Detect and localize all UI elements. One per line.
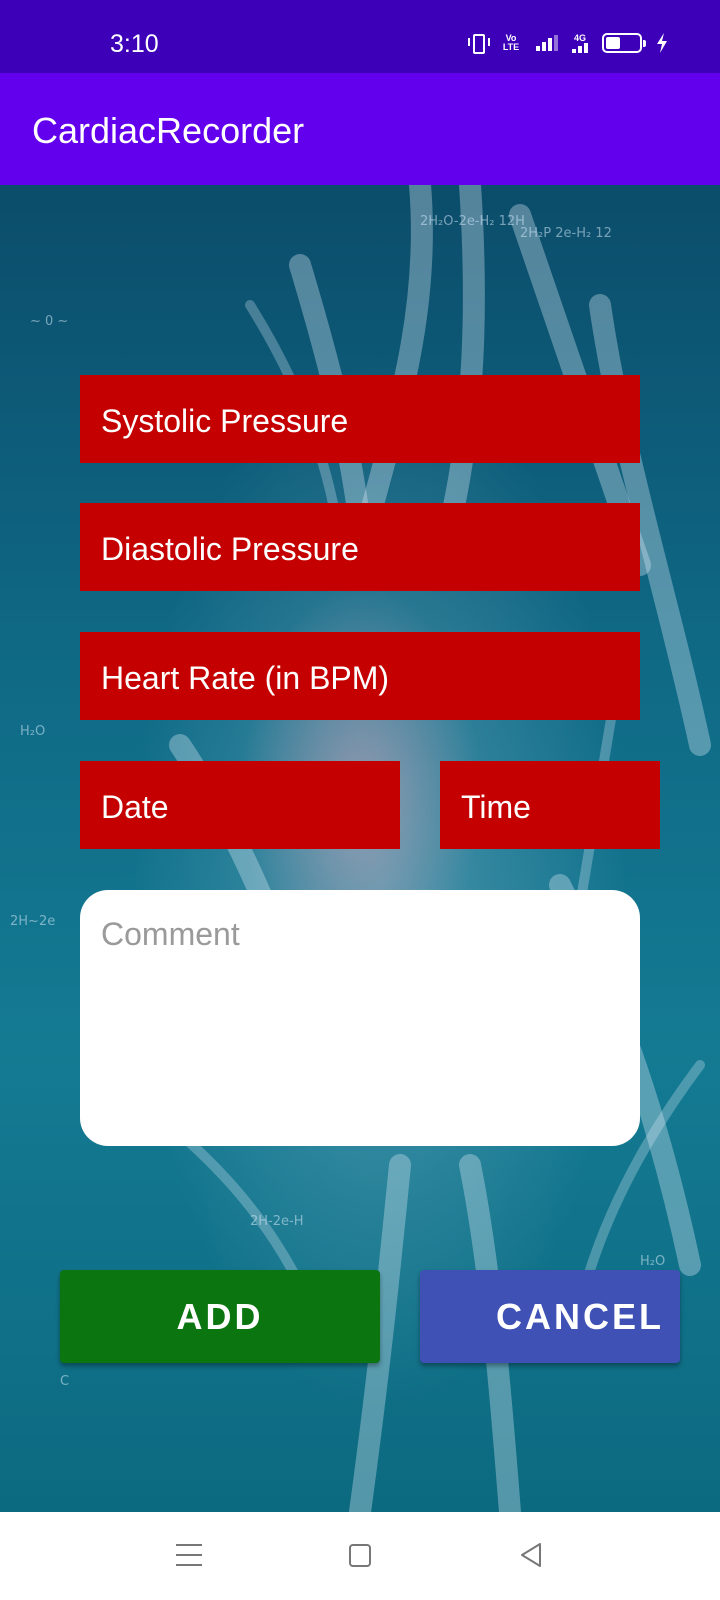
add-button-label: ADD <box>176 1295 264 1337</box>
diastolic-pressure-input[interactable]: Diastolic Pressure <box>80 503 640 591</box>
svg-text:2H₂O-2e-H₂ 12H: 2H₂O-2e-H₂ 12H <box>420 214 525 229</box>
signal-icon <box>536 35 558 51</box>
status-icons: Vo LTE 4G <box>468 32 668 54</box>
network-type-label: 4G <box>573 32 586 43</box>
form-screen: 2H₂O-2e-H₂ 12H 2H₂P 2e-H₂ 12 ~ 0 ~ OH H₂… <box>0 185 720 1512</box>
cancel-button-label: CANCEL <box>496 1295 664 1337</box>
time-placeholder: Time <box>461 788 531 825</box>
vibrate-icon <box>468 33 490 54</box>
svg-text:H₂O: H₂O <box>640 1254 665 1269</box>
comment-placeholder: Comment <box>101 916 240 952</box>
systolic-pressure-placeholder: Systolic Pressure <box>101 402 349 439</box>
menu-icon[interactable] <box>176 1544 202 1566</box>
svg-text:H₂O: H₂O <box>20 724 45 739</box>
volte-icon: Vo LTE <box>502 33 520 52</box>
heart-rate-placeholder: Heart Rate (in BPM) <box>101 659 390 696</box>
time-input[interactable]: Time <box>440 761 660 849</box>
battery-icon <box>602 33 646 53</box>
app-title: CardiacRecorder <box>32 110 305 151</box>
svg-text:2H~2e: 2H~2e <box>10 914 55 929</box>
status-bar: 3:10 Vo LTE 4G <box>0 0 720 73</box>
heart-rate-input[interactable]: Heart Rate (in BPM) <box>80 632 640 720</box>
svg-text:C: C <box>60 1374 69 1389</box>
back-icon[interactable] <box>519 1542 543 1568</box>
diastolic-pressure-placeholder: Diastolic Pressure <box>101 530 359 567</box>
comment-textarea[interactable]: Comment <box>80 890 640 1146</box>
svg-text:2H-2e-H: 2H-2e-H <box>250 1214 303 1229</box>
charging-bolt-icon <box>657 33 667 53</box>
cancel-button[interactable]: CANCEL <box>420 1270 680 1363</box>
4g-signal-icon: 4G <box>572 32 588 53</box>
navigation-bar <box>0 1512 720 1600</box>
date-placeholder: Date <box>101 788 169 825</box>
date-input[interactable]: Date <box>80 761 400 849</box>
systolic-pressure-input[interactable]: Systolic Pressure <box>80 375 640 463</box>
status-time: 3:10 <box>110 30 159 58</box>
app-bar: CardiacRecorder <box>0 73 720 185</box>
svg-text:~ 0 ~: ~ 0 ~ <box>30 314 68 329</box>
svg-text:2H₂P 2e-H₂ 12: 2H₂P 2e-H₂ 12 <box>520 226 612 241</box>
add-button[interactable]: ADD <box>60 1270 380 1363</box>
home-icon[interactable] <box>349 1544 371 1567</box>
